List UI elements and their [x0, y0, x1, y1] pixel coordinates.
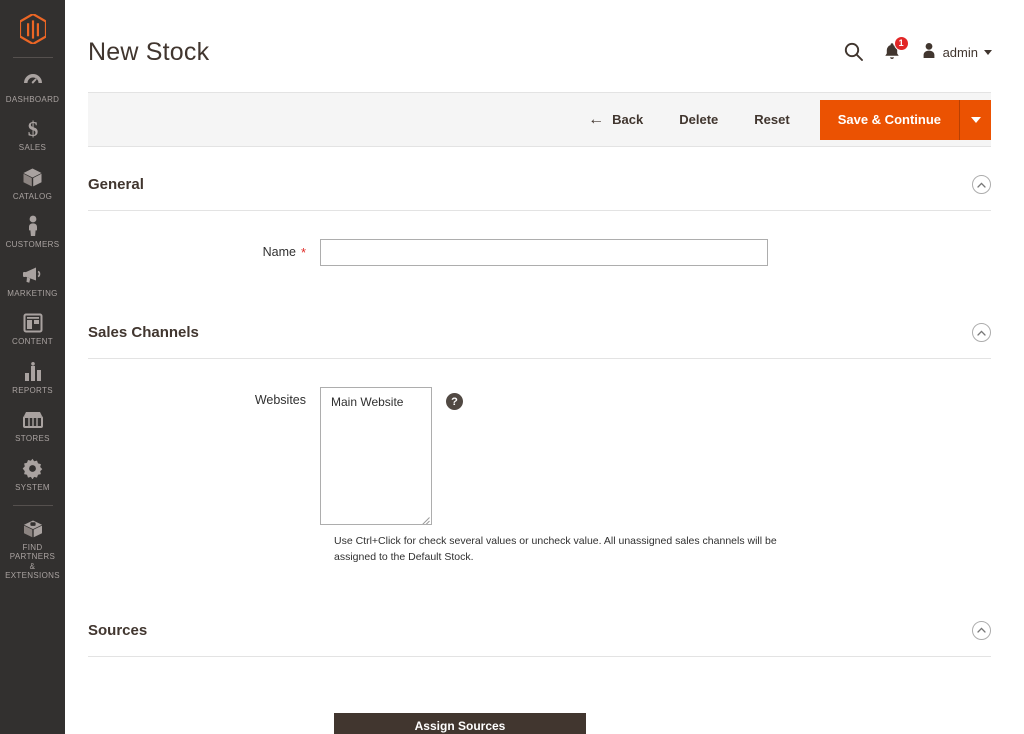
notification-badge: 1	[893, 35, 909, 51]
sidebar-item-marketing[interactable]: Marketing	[0, 256, 65, 304]
section-header-sources[interactable]: Sources	[88, 593, 991, 657]
sidebar-item-label: Sales	[18, 143, 47, 153]
name-label-text: Name	[262, 245, 296, 259]
admin-user-menu[interactable]: admin	[921, 42, 992, 64]
sidebar-item-catalog[interactable]: Catalog	[0, 159, 65, 207]
search-button[interactable]	[844, 42, 863, 64]
sidebar-item-label: System	[15, 482, 50, 492]
name-input[interactable]	[320, 239, 768, 266]
sidebar-item-label: Find Partners & Extensions	[5, 542, 60, 581]
back-button-label: Back	[612, 112, 644, 127]
required-marker: *	[300, 245, 306, 260]
dollar-icon: $	[26, 118, 40, 140]
sidebar-item-content[interactable]: Content	[0, 304, 65, 352]
sidebar-item-system[interactable]: System	[0, 450, 65, 498]
svg-text:$: $	[27, 118, 38, 140]
dashboard-icon	[23, 70, 43, 92]
websites-field-note: Use Ctrl+Click for check several values …	[334, 535, 777, 563]
sidebar-item-label: Marketing	[7, 288, 58, 298]
person-icon	[26, 215, 40, 237]
section-header-general[interactable]: General	[88, 147, 991, 211]
partners-icon	[22, 518, 44, 540]
page-actions-toolbar: ← Back Delete Reset Save & Continue	[88, 92, 991, 147]
name-field-label: Name *	[88, 239, 320, 259]
back-button[interactable]: ← Back	[570, 104, 661, 136]
section-title: General	[88, 176, 144, 193]
bar-chart-icon	[23, 361, 43, 383]
field-row-name: Name *	[88, 211, 991, 266]
save-split-button: Save & Continue	[819, 99, 991, 140]
magento-logo-icon	[19, 14, 46, 44]
save-options-toggle[interactable]	[959, 99, 991, 140]
form-content: General Name * Sales Channels Websites M…	[65, 147, 1024, 734]
admin-page: Dashboard $ Sales Catalog Customers Mark…	[0, 0, 1024, 734]
section-title: Sources	[88, 621, 148, 639]
sidebar-item-find-partners[interactable]: Find Partners & Extensions	[0, 510, 65, 587]
sidebar-divider-top	[12, 57, 53, 58]
reset-button[interactable]: Reset	[736, 104, 807, 136]
arrow-left-icon: ←	[588, 110, 605, 128]
notifications-button[interactable]: 1	[883, 35, 909, 64]
admin-user-name: admin	[942, 45, 978, 60]
layout-icon	[23, 312, 43, 334]
sidebar-item-label: Dashboard	[5, 95, 60, 104]
chevron-up-icon[interactable]	[972, 323, 991, 342]
section-header-sales-channels[interactable]: Sales Channels	[88, 295, 991, 359]
question-mark-icon[interactable]: ?	[446, 393, 463, 410]
websites-field-label: Websites	[254, 393, 306, 407]
sidebar-item-label: Customers	[5, 240, 60, 250]
websites-option[interactable]: Main Website	[327, 393, 431, 411]
sidebar-item-label: Stores	[15, 434, 50, 444]
section-title: Sales Channels	[88, 324, 199, 341]
sidebar-item-stores[interactable]: Stores	[0, 401, 65, 449]
storefront-icon	[22, 409, 44, 431]
search-icon	[844, 42, 863, 64]
chevron-up-icon[interactable]	[972, 175, 991, 194]
gear-icon	[22, 458, 43, 480]
chevron-up-icon[interactable]	[972, 620, 991, 640]
chevron-down-icon	[984, 50, 992, 55]
header-actions: 1 admin	[844, 35, 992, 64]
page-title: New Stock	[88, 38, 210, 66]
sidebar-item-label: Catalog	[12, 191, 53, 201]
sidebar-item-reports[interactable]: Reports	[0, 353, 65, 401]
assign-sources-button[interactable]: Assign Sources	[334, 712, 586, 734]
sidebar: Dashboard $ Sales Catalog Customers Mark…	[0, 0, 65, 734]
sidebar-item-dashboard[interactable]: Dashboard	[0, 62, 65, 110]
sidebar-divider-bottom	[12, 504, 53, 506]
chevron-down-icon	[970, 116, 981, 123]
megaphone-icon	[22, 264, 44, 286]
sidebar-item-label: Reports	[12, 385, 53, 395]
name-field-control	[320, 239, 991, 266]
page-header: New Stock 1 admin	[65, 0, 1024, 67]
delete-button[interactable]: Delete	[661, 104, 736, 136]
user-avatar-icon	[921, 42, 937, 64]
save-and-continue-button[interactable]: Save & Continue	[819, 99, 959, 140]
sidebar-item-sales[interactable]: $ Sales	[0, 110, 65, 158]
websites-field-control: Main Website ?	[320, 387, 991, 525]
resize-handle-icon[interactable]	[421, 514, 430, 524]
websites-multiselect[interactable]: Main Website	[320, 387, 432, 525]
magento-logo[interactable]	[0, 8, 65, 50]
sidebar-item-customers[interactable]: Customers	[0, 207, 65, 255]
box-icon	[22, 167, 43, 189]
field-row-websites: Websites Main Website ?	[88, 359, 991, 525]
sidebar-item-label: Content	[12, 337, 53, 347]
main-content: New Stock 1 admin ← Back Delete Reset Sa…	[65, 0, 1024, 734]
